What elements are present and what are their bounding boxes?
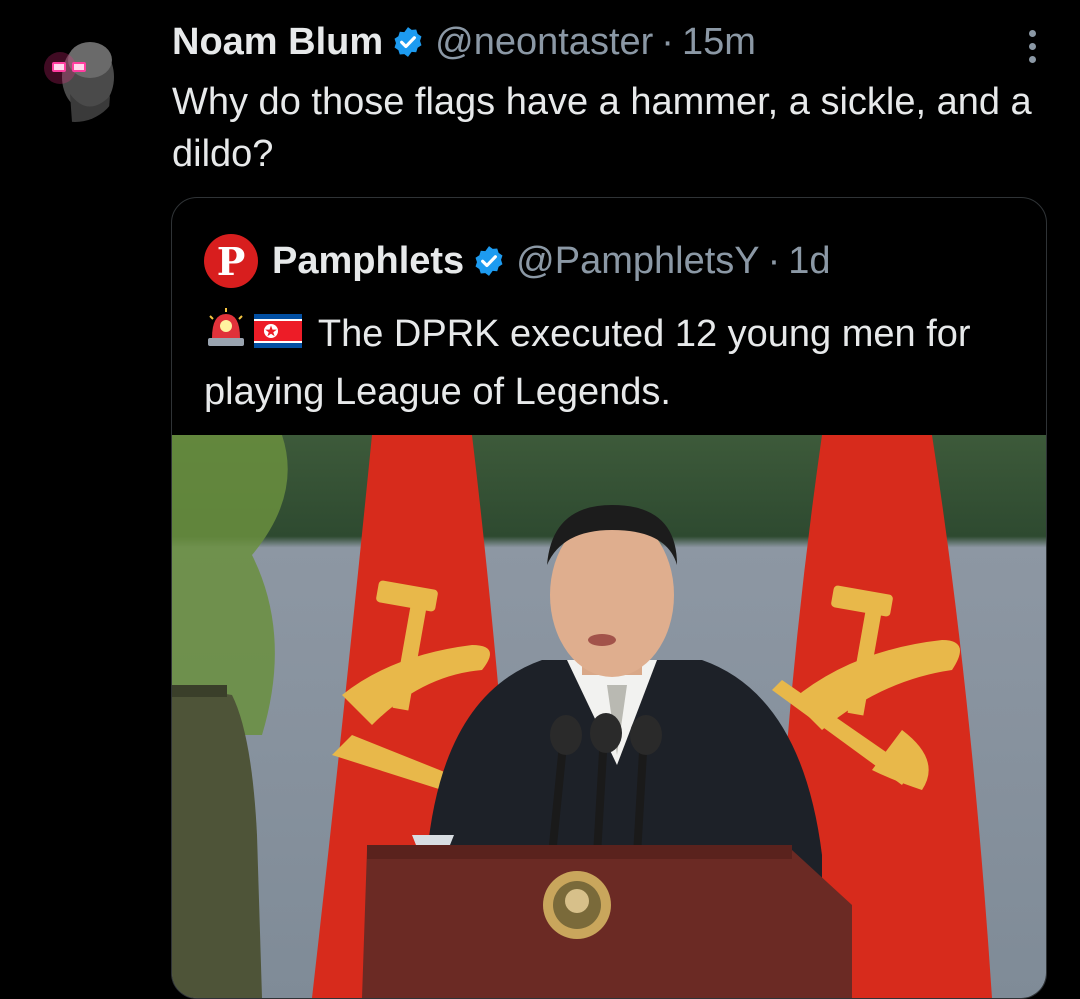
tweet-header: Noam Blum @neontaster · 15m (172, 20, 1080, 64)
quoted-tweet[interactable]: P Pamphlets @PamphletsY · 1d The DPRK ex… (171, 197, 1047, 999)
quoted-author-handle[interactable]: @PamphletsY (516, 240, 759, 283)
speech-photo-image (172, 435, 1046, 998)
tweet: Noam Blum @neontaster · 15m Why do those… (172, 20, 1080, 180)
quoted-author-name[interactable]: Pamphlets (272, 240, 464, 283)
quoted-tweet-header: P Pamphlets @PamphletsY · 1d (204, 234, 831, 288)
author-handle[interactable]: @neontaster (435, 21, 653, 64)
separator-dot: · (767, 239, 781, 282)
quoted-tweet-text: The DPRK executed 12 young men for playi… (204, 306, 1004, 420)
separator-dot: · (661, 20, 674, 63)
verified-badge-icon (391, 25, 425, 59)
north-korea-flag-icon (254, 308, 302, 364)
quoted-photo[interactable] (172, 435, 1046, 998)
pamphlets-logo[interactable]: P (204, 234, 258, 288)
timestamp[interactable]: 15m (682, 21, 756, 64)
avatar-image (30, 32, 120, 122)
tweet-text: Why do those flags have a hammer, a sick… (172, 81, 1032, 175)
more-options-icon[interactable] (1024, 30, 1040, 70)
avatar[interactable] (30, 32, 120, 122)
quoted-timestamp[interactable]: 1d (788, 240, 830, 283)
author-name[interactable]: Noam Blum (172, 21, 383, 64)
quoted-text-content: The DPRK executed 12 young men for playi… (204, 313, 971, 413)
police-light-icon (204, 307, 248, 364)
verified-badge-icon (472, 244, 506, 278)
